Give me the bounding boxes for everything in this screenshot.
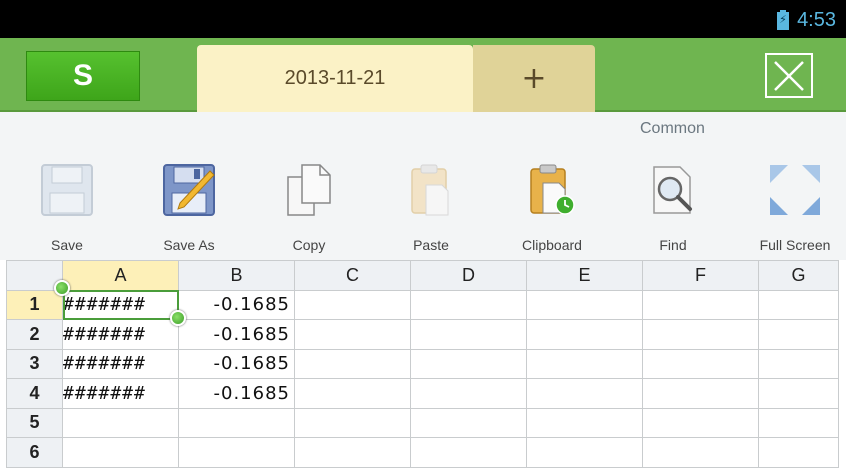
save-label: Save (51, 237, 83, 253)
selection-handle-start[interactable] (54, 280, 70, 296)
cell-e2[interactable] (526, 319, 643, 350)
cell-b4[interactable]: -0.1685 (178, 378, 295, 409)
cell-g5[interactable] (758, 407, 839, 438)
cell-f3[interactable] (642, 348, 759, 379)
copy-button[interactable]: Copy (254, 160, 364, 256)
clipboard-button[interactable]: Clipboard (497, 160, 607, 256)
cell-a1[interactable]: ####### (62, 289, 179, 320)
column-header-g[interactable]: G (758, 260, 839, 291)
full-screen-label: Full Screen (759, 237, 831, 253)
save-as-icon (163, 164, 215, 216)
cell-e6[interactable] (526, 437, 643, 468)
column-header-b[interactable]: B (178, 260, 295, 291)
cell-a6[interactable] (62, 437, 179, 468)
save-icon (41, 164, 93, 216)
cell-d5[interactable] (410, 407, 527, 438)
cell-a2[interactable]: ####### (62, 319, 179, 350)
cell-e1[interactable] (526, 289, 643, 320)
cell-c2[interactable] (294, 319, 411, 350)
column-header-d[interactable]: D (410, 260, 527, 291)
cell-g1[interactable] (758, 289, 839, 320)
paste-button[interactable]: Paste (376, 160, 486, 256)
cell-d3[interactable] (410, 348, 527, 379)
app-header: S 2013-11-21 + (0, 38, 846, 112)
cell-c3[interactable] (294, 348, 411, 379)
cell-c6[interactable] (294, 437, 411, 468)
cell-a5[interactable] (62, 407, 179, 438)
cell-b5[interactable] (178, 407, 295, 438)
cell-e3[interactable] (526, 348, 643, 379)
save-as-button[interactable]: Save As (134, 160, 244, 256)
cell-b2[interactable]: -0.1685 (178, 319, 295, 350)
status-bar: ⚡ 4:53 (0, 0, 846, 38)
cell-c1[interactable] (294, 289, 411, 320)
close-button[interactable] (765, 53, 813, 98)
cell-e4[interactable] (526, 378, 643, 409)
cell-c5[interactable] (294, 407, 411, 438)
cell-d2[interactable] (410, 319, 527, 350)
cell-b6[interactable] (178, 437, 295, 468)
save-button[interactable]: Save (12, 160, 122, 256)
toolbar-category-label: Common (640, 120, 705, 137)
app-menu-button[interactable]: S (26, 51, 140, 101)
cell-e5[interactable] (526, 407, 643, 438)
toolbar: Common Save Save As Copy Paste Clipboard… (0, 112, 846, 260)
clipboard-label: Clipboard (522, 237, 582, 253)
column-header-c[interactable]: C (294, 260, 411, 291)
cell-d1[interactable] (410, 289, 527, 320)
tab-sheet-2013-11-21[interactable]: 2013-11-21 (197, 45, 473, 112)
copy-label: Copy (292, 237, 326, 253)
cell-g3[interactable] (758, 348, 839, 379)
cell-f6[interactable] (642, 437, 759, 468)
full-screen-icon (770, 165, 820, 215)
column-header-a[interactable]: A (62, 260, 179, 291)
cell-b3[interactable]: -0.1685 (178, 348, 295, 379)
cell-d4[interactable] (410, 378, 527, 409)
find-button[interactable]: Find (618, 160, 728, 256)
row-header-5[interactable]: 5 (6, 407, 63, 438)
cell-f1[interactable] (642, 289, 759, 320)
cell-g2[interactable] (758, 319, 839, 350)
selection-handle-end[interactable] (170, 310, 186, 326)
find-label: Find (659, 237, 687, 253)
row-header-6[interactable]: 6 (6, 437, 63, 468)
cell-a3[interactable]: ####### (62, 348, 179, 379)
paste-icon (411, 164, 449, 216)
cell-c4[interactable] (294, 378, 411, 409)
column-header-e[interactable]: E (526, 260, 643, 291)
close-icon (774, 60, 804, 91)
row-header-2[interactable]: 2 (6, 319, 63, 350)
full-screen-button[interactable]: Full Screen (740, 160, 846, 256)
row-header-4[interactable]: 4 (6, 378, 63, 409)
save-as-label: Save As (163, 237, 215, 253)
cell-d6[interactable] (410, 437, 527, 468)
cell-g4[interactable] (758, 378, 839, 409)
battery-charging-icon: ⚡ (777, 10, 790, 30)
clipboard-icon (530, 164, 575, 215)
column-header-f[interactable]: F (642, 260, 759, 291)
cell-f4[interactable] (642, 378, 759, 409)
add-sheet-button[interactable]: + (473, 45, 595, 112)
clock: 4:53 (797, 8, 836, 31)
copy-icon (287, 164, 331, 216)
cell-a4[interactable]: ####### (62, 378, 179, 409)
cell-f5[interactable] (642, 407, 759, 438)
cell-b1[interactable]: -0.1685 (178, 289, 295, 320)
cell-f2[interactable] (642, 319, 759, 350)
find-icon (653, 166, 692, 214)
row-header-3[interactable]: 3 (6, 348, 63, 379)
paste-label: Paste (413, 237, 449, 253)
cell-g6[interactable] (758, 437, 839, 468)
spreadsheet-grid[interactable]: A B C D E F G 1 ####### -0.1685 2 ######… (0, 260, 846, 470)
row-header-1[interactable]: 1 (6, 289, 63, 320)
